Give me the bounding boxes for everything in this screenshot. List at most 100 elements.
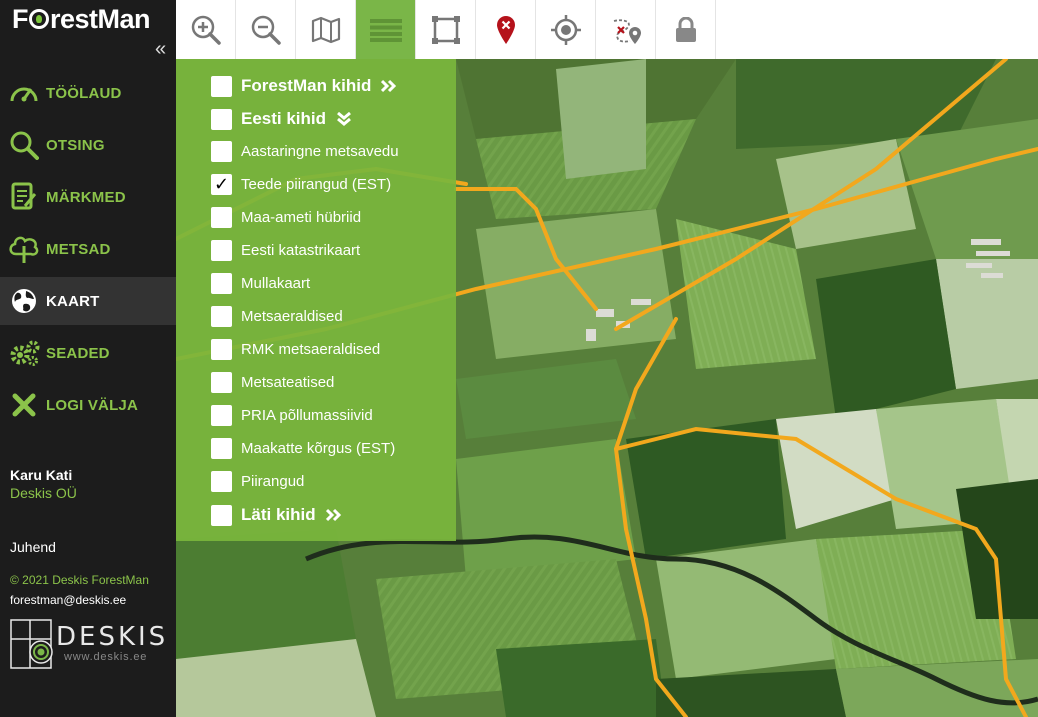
layers-panel: ForestMan kihid Eesti kihid Aastaringne me… [176, 59, 456, 541]
logo-text-rest: restMan [50, 4, 151, 34]
layer-row[interactable]: Maa-ameti hübriid [211, 206, 361, 228]
logo-leaf-icon [29, 9, 49, 29]
layer-row[interactable]: PRIA põllumassiivid [211, 404, 373, 426]
nav-label: TÖÖLAUD [46, 84, 122, 102]
layer-label: RMK metsaeraldised [241, 340, 381, 358]
layer-checkbox[interactable] [211, 239, 232, 261]
map-field [836, 659, 1038, 717]
layer-label: Eesti katastrikaart [241, 241, 361, 259]
layer-checkbox[interactable] [211, 206, 232, 228]
layer-label: Aastaringne metsavedu [241, 142, 399, 160]
nav-label: LOGI VÄLJA [46, 396, 139, 414]
layer-label: Maakatte kõrgus (EST) [241, 439, 396, 457]
app-logo[interactable]: FrestMan [12, 2, 151, 36]
layer-checkbox[interactable] [211, 272, 232, 294]
layers-list-button[interactable] [356, 0, 416, 59]
nav-item-logi-valja[interactable]: LOGI VÄLJA [0, 381, 176, 429]
route-icon [613, 18, 641, 44]
layer-checkbox[interactable] [211, 404, 232, 426]
dashboard-icon [0, 79, 46, 107]
double-chevron-right-icon[interactable] [325, 508, 342, 522]
nav-label: OTSING [46, 136, 105, 154]
double-chevron-right-icon[interactable] [381, 79, 397, 93]
lock-button[interactable] [656, 0, 716, 59]
layer-row[interactable]: Mullakaart [211, 272, 310, 294]
double-chevron-down-icon[interactable] [336, 112, 352, 126]
nav-label: SEADED [46, 344, 110, 362]
nav-item-seaded[interactable]: SEADED [0, 329, 176, 377]
layer-checkbox[interactable] [211, 371, 232, 393]
layer-checkbox[interactable] [211, 140, 232, 162]
layer-label: Maa-ameti hübriid [241, 208, 362, 226]
layer-row[interactable]: Aastaringne metsavedu [211, 140, 399, 162]
search-icon [0, 130, 46, 160]
globe-icon [0, 287, 46, 315]
layer-label: Eesti kihid [241, 109, 327, 128]
nav-item-otsing[interactable]: OTSING [0, 121, 176, 169]
nav-item-kaart[interactable]: KAART [0, 277, 176, 325]
layer-label: PRIA põllumassiivid [241, 406, 373, 424]
checkmark-icon: ✓ [213, 174, 230, 194]
draw-area-icon [431, 15, 460, 44]
marker-remove-icon [496, 15, 515, 44]
zoom-in-icon [191, 15, 221, 45]
layer-row[interactable]: ✓ Teede piirangud (EST) [211, 173, 391, 195]
layer-checkbox[interactable] [211, 108, 232, 130]
collapse-sidebar-icon[interactable]: « [155, 39, 166, 59]
nav-item-toolaud[interactable]: TÖÖLAUD [0, 69, 176, 117]
nav-label: METSAD [46, 240, 111, 258]
layer-checkbox[interactable] [211, 305, 232, 327]
layer-checkbox[interactable] [211, 470, 232, 492]
base-map-button[interactable] [296, 0, 356, 59]
close-icon [0, 393, 46, 417]
layer-checkbox[interactable] [211, 437, 232, 459]
draw-area-button[interactable] [416, 0, 476, 59]
deskis-logo-text: DESKIS [56, 622, 169, 652]
gears-icon [0, 339, 46, 367]
user-organization: Deskis OÜ [10, 485, 77, 501]
layer-group-row[interactable]: ForestMan kihid [211, 75, 397, 97]
layer-label: ForestMan kihid [241, 76, 372, 95]
nav-item-markmed[interactable]: MÄRKMED [0, 173, 176, 221]
layer-row[interactable]: RMK metsaeraldised [211, 338, 380, 360]
layer-group-row[interactable]: Läti kihid [211, 504, 342, 526]
layer-row[interactable]: Metsaeraldised [211, 305, 343, 327]
layer-row[interactable]: Metsateatised [211, 371, 334, 393]
copyright-text: © 2021 Deskis ForestMan [10, 573, 149, 587]
map-layers-icon [311, 16, 340, 43]
user-name: Karu Kati [10, 467, 73, 483]
lock-icon [675, 16, 696, 42]
layer-label: Metsateatised [241, 373, 335, 391]
route-button[interactable] [596, 0, 656, 59]
layer-checkbox[interactable] [211, 75, 232, 97]
map-field [556, 59, 646, 179]
layer-row[interactable]: Piirangud [211, 470, 304, 492]
layer-label: Teede piirangud (EST) [241, 175, 392, 193]
sidebar: FrestMan « TÖÖLAUD OTSING MÄRKMED METSAD… [0, 0, 176, 717]
nav-label: KAART [46, 292, 100, 310]
layer-checkbox[interactable] [211, 504, 232, 526]
deskis-logo-url: www.deskis.ee [64, 651, 148, 663]
map-field [456, 439, 636, 579]
layer-label: Piirangud [241, 472, 305, 490]
zoom-out-button[interactable] [236, 0, 296, 59]
layer-row[interactable]: Maakatte kõrgus (EST) [211, 437, 395, 459]
list-icon [369, 18, 402, 42]
nav-item-metsad[interactable]: METSAD [0, 225, 176, 273]
layer-checkbox[interactable] [211, 338, 232, 360]
guide-link[interactable]: Juhend [10, 539, 56, 555]
layer-label: Metsaeraldised [241, 307, 343, 325]
layer-group-row[interactable]: Eesti kihid [211, 108, 352, 130]
layer-label: Läti kihid [241, 505, 316, 524]
map-toolbar [176, 0, 1038, 59]
locate-button[interactable] [536, 0, 596, 59]
layer-checkbox-checked[interactable]: ✓ [211, 173, 232, 195]
nav-label: MÄRKMED [46, 188, 126, 206]
map-field [496, 639, 666, 717]
layer-label: Mullakaart [241, 274, 311, 292]
zoom-in-button[interactable] [176, 0, 236, 59]
layer-row[interactable]: Eesti katastrikaart [211, 239, 360, 261]
tree-icon [0, 234, 46, 264]
contact-email[interactable]: forestman@deskis.ee [10, 593, 126, 607]
remove-marker-button[interactable] [476, 0, 536, 59]
